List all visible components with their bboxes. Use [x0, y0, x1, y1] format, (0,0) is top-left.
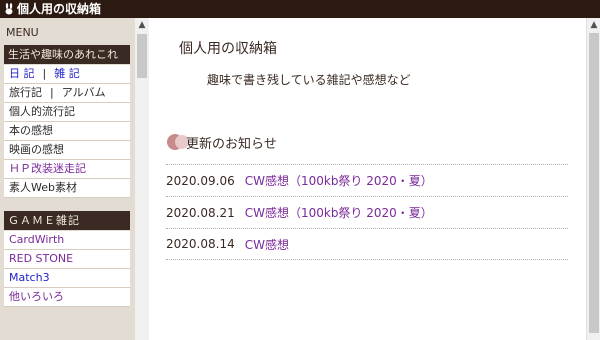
news-date: 2020.08.21: [166, 205, 235, 220]
sidebar-item-match3[interactable]: Match3: [4, 269, 130, 288]
sidebar-item-diary-notes[interactable]: 日 記 | 雑 記: [4, 65, 130, 84]
sidebar-item-web-materials[interactable]: 素人Web素材: [4, 179, 130, 198]
link-diary[interactable]: 日 記: [9, 67, 35, 80]
main-scroll-thumb[interactable]: [589, 33, 599, 333]
sidebar-nav-game: CardWirth RED STONE Match3 他いろいろ: [4, 231, 130, 307]
window-titlebar: 個人用の収納箱: [0, 0, 600, 18]
sidebar-scrollbar[interactable]: ▲: [135, 18, 149, 340]
scroll-up-arrow-icon[interactable]: ▲: [135, 18, 149, 32]
news-link[interactable]: CW感想（100kb祭り 2020・夏）: [245, 172, 433, 189]
rabbit-icon: [5, 3, 13, 15]
bullet-circle-icon: [167, 134, 189, 150]
sidebar-section-life: 生活や趣味のあれこれ: [4, 45, 130, 64]
sidebar-nav-life: 日 記 | 雑 記 旅行記 | アルバム 個人的流行記 本の感想 映画の感想 ＨＰ改装迷…: [4, 65, 130, 198]
sidebar-item-others[interactable]: 他いろいろ: [4, 288, 130, 307]
news-link[interactable]: CW感想（100kb祭り 2020・夏）: [245, 204, 433, 221]
news-date: 2020.08.14: [166, 237, 235, 251]
main-content: 個人用の収納箱 趣味で書き残している雑記や感想など 更新のお知らせ 2020.0…: [149, 18, 586, 340]
sidebar-item-hp-renovation[interactable]: ＨＰ改装迷走記: [4, 160, 130, 179]
news-heading: 更新のお知らせ: [167, 132, 277, 152]
page-subtitle: 趣味で書き残している雑記や感想など: [207, 73, 411, 87]
news-item: 2020.08.14 CW感想: [166, 228, 568, 260]
page-title: 個人用の収納箱: [179, 41, 277, 57]
news-heading-label: 更新のお知らせ: [186, 136, 277, 152]
news-item: 2020.09.06 CW感想（100kb祭り 2020・夏）: [166, 164, 568, 196]
sidebar-item-trends[interactable]: 個人的流行記: [4, 103, 130, 122]
menu-label: MENU: [6, 26, 39, 39]
window-title: 個人用の収納箱: [17, 2, 102, 16]
sidebar: MENU 生活や趣味のあれこれ 日 記 | 雑 記 旅行記 | アルバム 個人的流行記 …: [0, 18, 135, 340]
sidebar-item-red-stone[interactable]: RED STONE: [4, 250, 130, 269]
sidebar-item-travel-album[interactable]: 旅行記 | アルバム: [4, 84, 130, 103]
scroll-up-arrow-icon[interactable]: ▲: [587, 18, 600, 32]
news-item: 2020.08.21 CW感想（100kb祭り 2020・夏）: [166, 196, 568, 228]
sidebar-item-book-reviews[interactable]: 本の感想: [4, 122, 130, 141]
sidebar-section-game: ＧＡＭＥ雑記: [4, 211, 130, 230]
news-date: 2020.09.06: [166, 173, 235, 188]
news-list: 2020.09.06 CW感想（100kb祭り 2020・夏） 2020.08.…: [166, 164, 568, 260]
sidebar-scroll-thumb[interactable]: [137, 34, 147, 78]
sidebar-item-cardwirth[interactable]: CardWirth: [4, 231, 130, 250]
link-notes[interactable]: 雑 記: [54, 67, 80, 80]
main-scrollbar[interactable]: ▲: [586, 18, 600, 340]
sidebar-item-movie-reviews[interactable]: 映画の感想: [4, 141, 130, 160]
news-link[interactable]: CW感想: [245, 236, 289, 253]
link-travel[interactable]: 旅行記: [9, 86, 42, 99]
link-album[interactable]: アルバム: [62, 86, 106, 99]
